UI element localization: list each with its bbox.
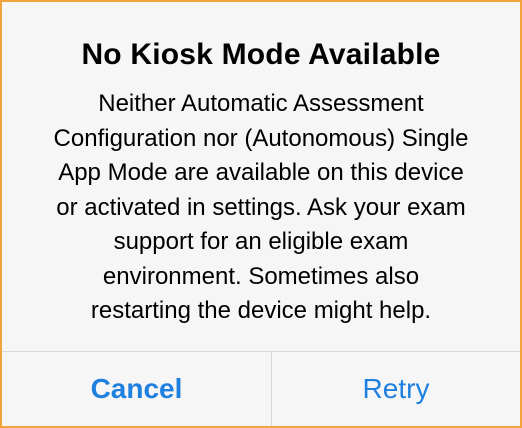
alert-message: Neither Automatic Assessment Configurati…: [26, 87, 496, 329]
alert-frame: No Kiosk Mode Available Neither Automati…: [0, 0, 522, 428]
alert-message-line: Configuration nor (Autonomous) Single: [53, 124, 469, 152]
alert-message-line: App Mode are available on this device: [58, 159, 464, 186]
alert-message-line: environment. Sometimes also: [102, 262, 420, 290]
alert-message-line: restarting the device might help.: [90, 297, 432, 324]
alert-dialog: No Kiosk Mode Available Neither Automati…: [2, 2, 520, 426]
alert-message-line: Neither Automatic Assessment: [98, 90, 424, 117]
alert-message-line: or activated in settings. Ask your exam: [56, 193, 466, 221]
alert-message-line: support for an eligible exam: [113, 228, 409, 255]
cancel-button[interactable]: Cancel: [2, 352, 271, 426]
alert-title: No Kiosk Mode Available: [81, 38, 441, 71]
retry-button[interactable]: Retry: [272, 352, 520, 426]
